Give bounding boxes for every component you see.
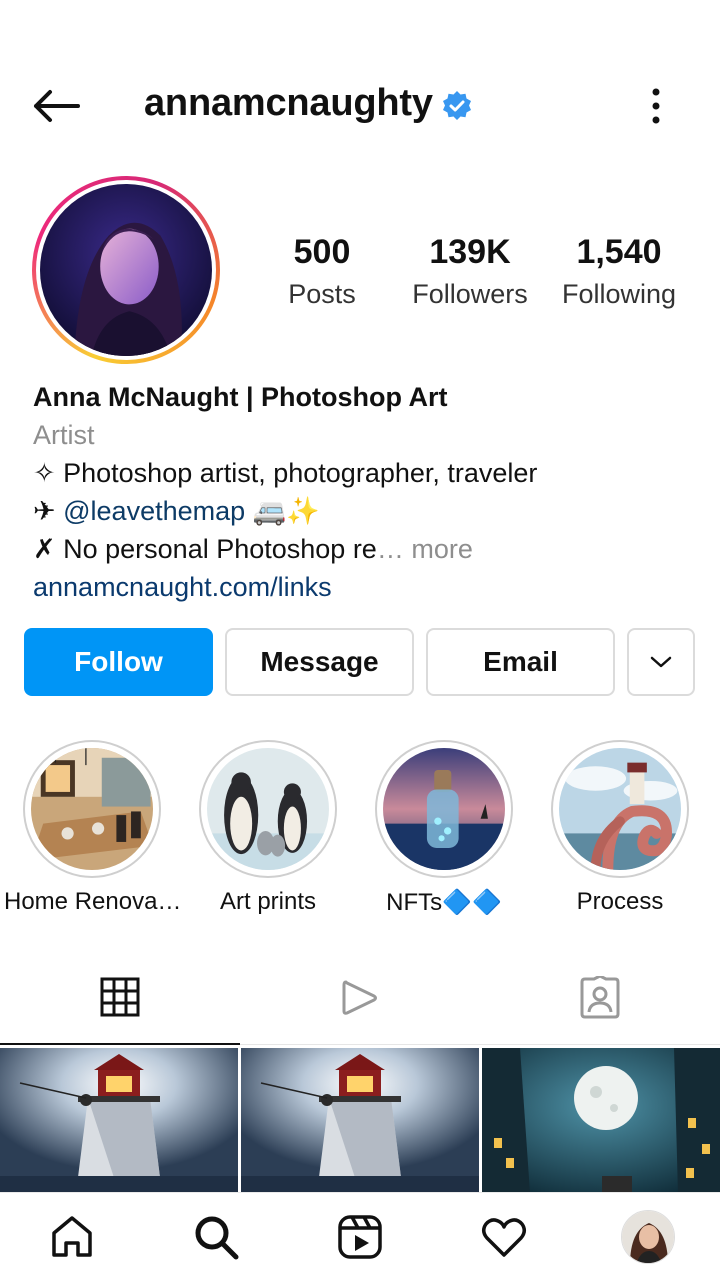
grid-icon bbox=[100, 977, 140, 1016]
stat-following[interactable]: 1,540 Following bbox=[550, 230, 688, 314]
profile-avatar bbox=[40, 184, 212, 356]
bio-line-2: ✈ @leavethemap 🚐✨ bbox=[33, 492, 693, 530]
nav-reels[interactable] bbox=[330, 1207, 390, 1267]
bio-more-link[interactable]: … more bbox=[377, 534, 473, 564]
nav-search[interactable] bbox=[186, 1207, 246, 1267]
highlight-title: Process bbox=[576, 888, 664, 915]
highlight-cover-nfts bbox=[383, 748, 505, 870]
follow-button[interactable]: Follow bbox=[24, 628, 213, 696]
bio-line-3: ✗ No personal Photoshop re… more bbox=[33, 530, 693, 568]
grid-post[interactable] bbox=[0, 1048, 238, 1193]
highlight-cover-art-prints bbox=[207, 748, 329, 870]
reels-icon bbox=[338, 1215, 382, 1259]
highlight-title: Art prints bbox=[219, 888, 317, 915]
email-button[interactable]: Email bbox=[426, 628, 615, 696]
story-highlight[interactable]: Home Renova… bbox=[4, 740, 182, 916]
airplane-emoji: ✈ bbox=[33, 496, 64, 526]
profile-username: annamcnaughty bbox=[144, 82, 433, 124]
followers-label: Followers bbox=[412, 279, 528, 309]
story-highlight[interactable]: Process bbox=[532, 740, 708, 916]
highlight-title: NFTs🔷🔷 bbox=[386, 889, 502, 916]
chevron-down-icon bbox=[650, 656, 672, 668]
more-options-button[interactable] bbox=[640, 84, 672, 128]
story-highlight[interactable]: Art prints bbox=[180, 740, 356, 916]
profile-category: Artist bbox=[33, 420, 95, 450]
grid-post[interactable] bbox=[241, 1048, 479, 1193]
website-link[interactable]: annamcnaught.com/links bbox=[33, 568, 693, 606]
posts-count: 500 bbox=[293, 233, 351, 271]
story-highlight[interactable]: NFTs🔷🔷 bbox=[356, 740, 532, 917]
message-button[interactable]: Message bbox=[225, 628, 414, 696]
posts-label: Posts bbox=[288, 279, 356, 309]
following-count: 1,540 bbox=[576, 233, 662, 271]
reels-play-icon bbox=[342, 980, 377, 1015]
nav-profile[interactable] bbox=[618, 1207, 678, 1267]
highlight-cover-home-renovation bbox=[31, 748, 153, 870]
tagged-user-icon bbox=[580, 975, 620, 1018]
display-name: Anna McNaught | Photoshop Art bbox=[33, 382, 448, 412]
profile-avatar bbox=[621, 1210, 675, 1264]
tab-reels[interactable] bbox=[240, 950, 480, 1045]
arrow-left-icon bbox=[34, 90, 80, 122]
top-bar: annamcnaughty bbox=[0, 60, 720, 150]
verified-badge-icon bbox=[441, 90, 473, 122]
following-label: Following bbox=[561, 279, 677, 309]
profile-content-tabs bbox=[0, 950, 720, 1045]
search-icon bbox=[195, 1216, 239, 1260]
tab-posts-grid[interactable] bbox=[0, 950, 240, 1045]
home-icon bbox=[52, 1216, 92, 1257]
kebab-menu-icon bbox=[652, 88, 660, 124]
tab-tagged[interactable] bbox=[480, 950, 720, 1045]
back-button[interactable] bbox=[28, 86, 84, 126]
suggested-accounts-button[interactable] bbox=[627, 628, 695, 696]
profile-bio: Anna McNaught | Photoshop Art Artist ✧ P… bbox=[33, 378, 693, 606]
heart-icon bbox=[482, 1218, 526, 1257]
profile-avatar-story-ring[interactable] bbox=[32, 176, 220, 364]
bottom-navigation bbox=[0, 1192, 720, 1280]
highlight-cover-process bbox=[559, 748, 681, 870]
nav-activity[interactable] bbox=[474, 1207, 534, 1267]
mention-link[interactable]: @leavethemap bbox=[63, 496, 245, 526]
stat-followers[interactable]: 139K Followers bbox=[400, 230, 540, 314]
stat-posts[interactable]: 500 Posts bbox=[262, 230, 382, 314]
highlight-title: Home Renova… bbox=[4, 888, 182, 915]
grid-post[interactable] bbox=[482, 1048, 720, 1193]
nav-home[interactable] bbox=[42, 1207, 102, 1267]
bio-line-3-text: ✗ No personal Photoshop re bbox=[33, 534, 377, 564]
followers-count: 139K bbox=[429, 233, 511, 271]
bio-line-1: ✧ Photoshop artist, photographer, travel… bbox=[33, 458, 538, 488]
bio-emojis: 🚐✨ bbox=[245, 496, 320, 526]
